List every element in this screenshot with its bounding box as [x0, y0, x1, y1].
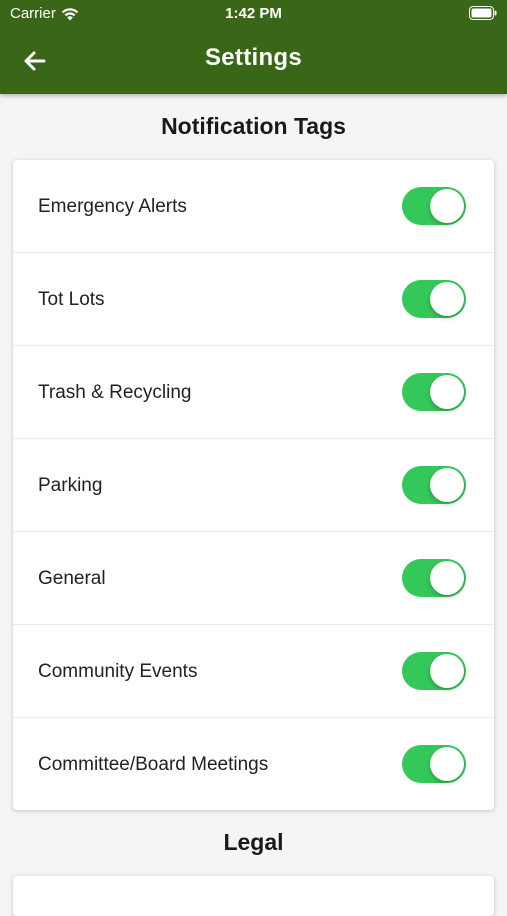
- battery-icon: [469, 6, 497, 24]
- list-item-emergency-alerts: Emergency Alerts: [13, 160, 494, 253]
- app-bar: Settings: [0, 28, 507, 94]
- notification-tags-heading: Notification Tags: [161, 113, 346, 139]
- general-toggle[interactable]: [402, 559, 466, 597]
- trash-recycling-toggle[interactable]: [402, 373, 466, 411]
- list-item-general: General: [13, 532, 494, 625]
- community-events-label: Community Events: [38, 661, 198, 682]
- legal-heading: Legal: [223, 829, 284, 855]
- toggle-knob: [430, 282, 464, 316]
- committee-board-meetings-toggle[interactable]: [402, 745, 466, 783]
- community-events-toggle[interactable]: [402, 652, 466, 690]
- page-title: Settings: [204, 44, 303, 71]
- list-item-committee-board-meetings: Committee/Board Meetings: [13, 718, 494, 810]
- list-item-tot-lots: Tot Lots: [13, 253, 494, 346]
- emergency-alerts-label: Emergency Alerts: [38, 196, 187, 217]
- toggle-knob: [430, 375, 464, 409]
- toggle-knob: [430, 468, 464, 502]
- list-item-trash-recycling: Trash & Recycling: [13, 346, 494, 439]
- parking-label: Parking: [38, 475, 103, 496]
- emergency-alerts-toggle[interactable]: [402, 187, 466, 225]
- list-item-community-events: Community Events: [13, 625, 494, 718]
- toggle-knob: [430, 747, 464, 781]
- parking-toggle[interactable]: [402, 466, 466, 504]
- toggle-knob: [430, 189, 464, 223]
- status-bar: Carrier 1:42 PM: [0, 0, 507, 28]
- legal-card: [13, 876, 494, 916]
- status-time: 1:42 PM: [225, 5, 282, 22]
- toggle-knob: [430, 561, 464, 595]
- notification-tags-card: Emergency Alerts Tot Lots Trash & Recycl…: [13, 160, 494, 810]
- general-label: General: [38, 568, 106, 589]
- toggle-knob: [430, 654, 464, 688]
- tot-lots-label: Tot Lots: [38, 289, 105, 310]
- tot-lots-toggle[interactable]: [402, 280, 466, 318]
- committee-board-meetings-label: Committee/Board Meetings: [38, 754, 269, 775]
- trash-recycling-label: Trash & Recycling: [38, 382, 192, 403]
- list-item-parking: Parking: [13, 439, 494, 532]
